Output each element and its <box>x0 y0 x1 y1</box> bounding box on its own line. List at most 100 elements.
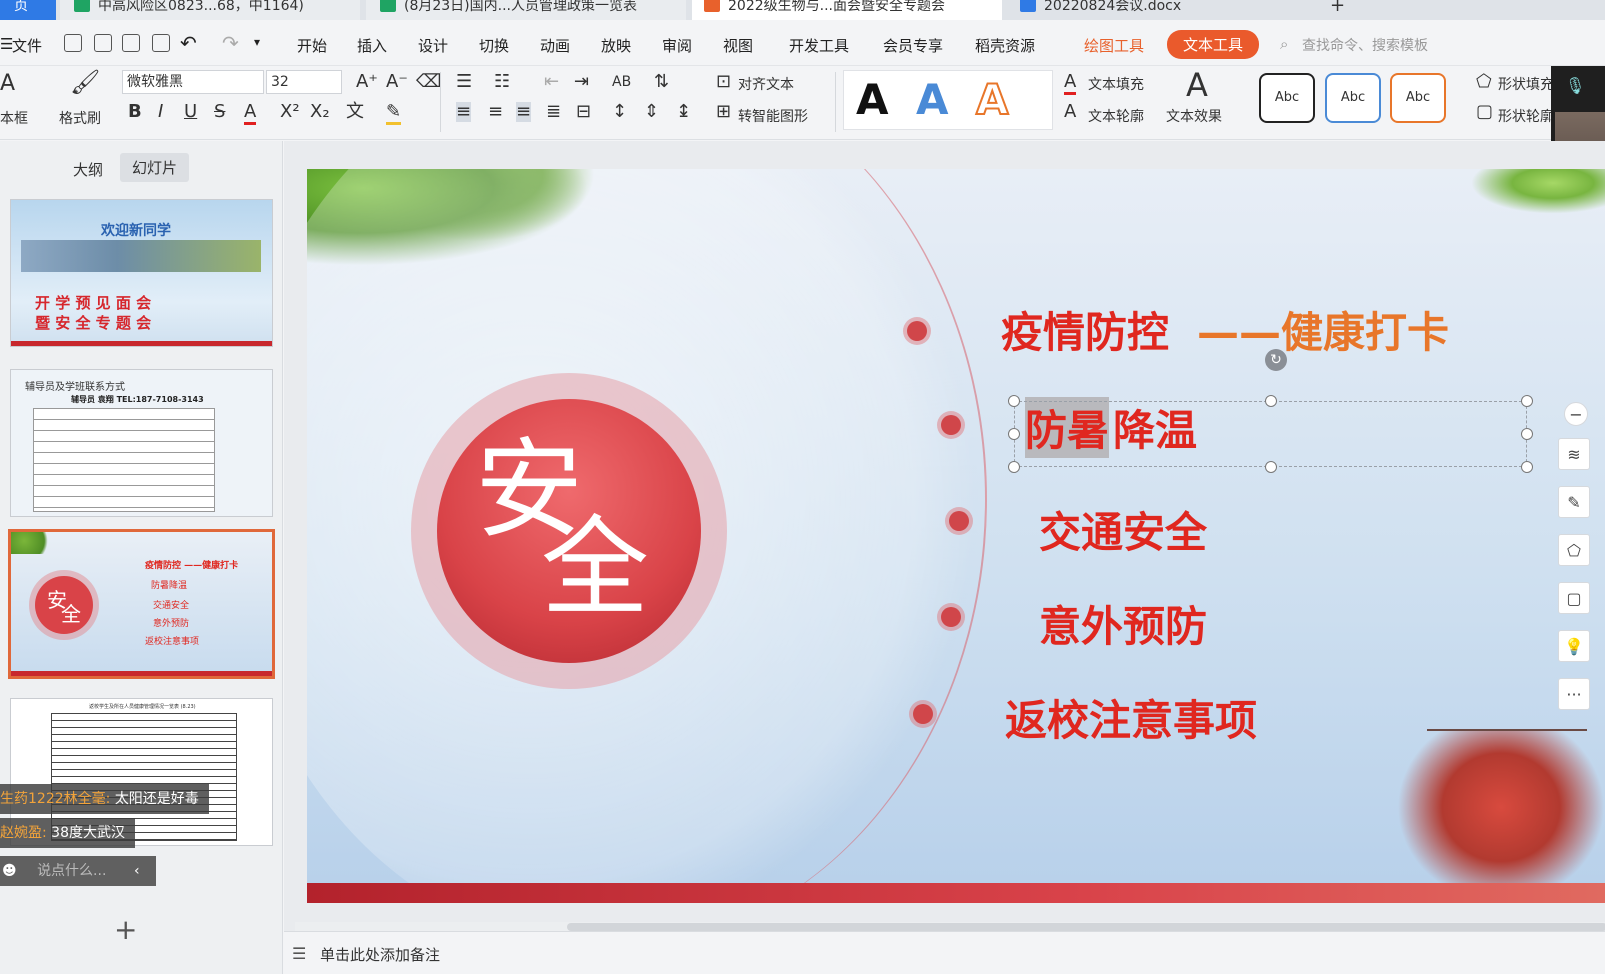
item-accident-prevention[interactable]: 意外预防 <box>1039 593 1207 654</box>
resize-handle[interactable] <box>1265 461 1277 473</box>
bullets-icon[interactable]: ☰ <box>456 72 472 92</box>
menu-start[interactable]: 开始 <box>297 35 327 56</box>
highlight-icon[interactable]: ✎ <box>386 102 402 125</box>
menu-view[interactable]: 视图 <box>723 35 753 56</box>
shape-style-blue[interactable]: Abc <box>1325 73 1381 123</box>
art-text-orange[interactable]: A <box>975 77 1009 123</box>
output-pdf-icon[interactable] <box>94 34 112 52</box>
shape-style-black[interactable]: Abc <box>1259 73 1315 123</box>
tab-home[interactable]: 页 <box>0 0 56 20</box>
new-tab-button[interactable]: + <box>1330 0 1350 20</box>
item-return-notice[interactable]: 返校注意事项 <box>1005 687 1257 748</box>
art-text-black[interactable]: A <box>856 78 889 122</box>
align-center-icon[interactable]: ≡ <box>488 102 503 122</box>
increase-font-icon[interactable]: A⁺ <box>356 72 378 92</box>
notes-placeholder[interactable]: 单击此处添加备注 <box>320 944 440 965</box>
item-epidemic-control[interactable]: 疫情防控 <box>1001 299 1169 360</box>
slide-canvas[interactable]: 安 全 疫情防控 ——健康打卡 防暑 降温 交通安全 意外预防 返校注意事项 ↻ <box>307 169 1605 903</box>
menu-file[interactable]: 文件 <box>12 35 42 56</box>
microphone-icon[interactable]: 🎙 <box>1565 76 1585 95</box>
format-painter-label[interactable]: 格式刷 <box>59 108 101 128</box>
resize-handle[interactable] <box>1265 395 1277 407</box>
undo-icon[interactable]: ↶ <box>180 31 197 55</box>
format-painter-icon[interactable]: 🖌 <box>70 70 100 94</box>
slide-thumbnail-1[interactable]: 欢迎新同学 开 学 预 见 面 会 暨 安 全 专 题 会 <box>10 199 273 347</box>
menu-design[interactable]: 设计 <box>418 35 448 56</box>
add-slide-button[interactable]: + <box>114 913 137 946</box>
distribute-icon[interactable]: ⊟ <box>576 102 591 122</box>
more-icon[interactable]: ··· <box>1558 678 1590 710</box>
chat-input-bar[interactable]: ☻ 说点什么... ‹ <box>0 856 156 886</box>
text-outline-button[interactable]: 文本轮廓 <box>1088 106 1144 126</box>
font-size-select[interactable]: 32 <box>266 70 342 94</box>
line-spacing-icon[interactable]: ↕ <box>612 102 627 122</box>
font-name-select[interactable]: 微软雅黑 <box>122 70 264 94</box>
strikethrough-icon[interactable]: S <box>214 102 225 122</box>
minus-icon[interactable]: − <box>1564 402 1588 426</box>
resize-handle[interactable] <box>1008 428 1020 440</box>
item-traffic-safety[interactable]: 交通安全 <box>1039 499 1207 560</box>
print-preview-icon[interactable] <box>152 34 170 52</box>
resize-handle[interactable] <box>1521 395 1533 407</box>
menu-slideshow[interactable]: 放映 <box>601 35 631 56</box>
shape-style-orange[interactable]: Abc <box>1390 73 1446 123</box>
resize-handle[interactable] <box>1521 461 1533 473</box>
resize-handle[interactable] <box>1008 395 1020 407</box>
menu-text-tools[interactable]: 文本工具 <box>1167 30 1260 59</box>
quick-access-more-icon[interactable]: ▾ <box>254 35 260 49</box>
shape-fill-button[interactable]: 形状填充 <box>1498 74 1554 94</box>
smart-shape-button[interactable]: 转智能图形 <box>738 106 808 126</box>
chat-input[interactable]: 说点什么... <box>37 863 106 879</box>
numbering-icon[interactable]: ☷ <box>494 72 510 92</box>
underline-icon[interactable]: U <box>184 102 197 122</box>
superscript-icon[interactable]: X² <box>280 102 300 122</box>
print-icon[interactable] <box>122 34 140 52</box>
slide-thumbnail-2[interactable]: 辅导员及学班联系方式 辅导员 袁翔 TEL:187-7108-3143 <box>10 369 273 517</box>
tab-slides[interactable]: 幻灯片 <box>120 153 190 182</box>
bulb-icon[interactable]: 💡 <box>1558 630 1590 662</box>
textbox-selection-frame[interactable] <box>1014 401 1527 467</box>
chevron-left-icon[interactable]: ‹ <box>134 856 140 886</box>
italic-icon[interactable]: I <box>158 102 163 122</box>
text-fill-button[interactable]: 文本填充 <box>1088 74 1144 94</box>
emoji-icon[interactable]: ☻ <box>2 863 17 879</box>
shape-outline-button[interactable]: 形状轮廓 <box>1498 106 1554 126</box>
redo-icon[interactable]: ↷ <box>222 31 239 55</box>
tab-presentation-active[interactable]: 2022级生物与...面会暨安全专题会 <box>692 0 1002 20</box>
shape-fill-icon[interactable]: ⬠ <box>1558 534 1590 566</box>
menu-member[interactable]: 会员专享 <box>883 35 943 56</box>
scrollbar-thumb[interactable] <box>567 923 1605 931</box>
tab-document[interactable]: 20220824会议.docx <box>1006 0 1306 20</box>
decrease-indent-icon[interactable]: ⇤ <box>544 72 559 92</box>
textbox-label[interactable]: 本框 <box>0 108 28 128</box>
sort-icon[interactable]: ⇅ <box>654 72 669 92</box>
align-left-icon[interactable]: ≡ <box>456 102 472 122</box>
tab-outline[interactable]: 大纲 <box>73 159 103 180</box>
layers-icon[interactable]: ≋ <box>1558 438 1590 470</box>
resize-handle[interactable] <box>1008 461 1020 473</box>
spacing-more-icon[interactable]: ↨ <box>676 102 691 122</box>
command-search-input[interactable]: 查找命令、搜索模板 <box>1302 35 1428 55</box>
tab-spreadsheet-policy[interactable]: (8月23日)国内...人员管理政策一览表 <box>366 0 686 20</box>
menu-transition[interactable]: 切换 <box>479 35 509 56</box>
clear-format-icon[interactable]: ⌫ <box>416 72 441 92</box>
menu-animation[interactable]: 动画 <box>540 35 570 56</box>
text-direction-icon[interactable]: AB <box>612 72 631 92</box>
frame-icon[interactable]: ▢ <box>1558 582 1590 614</box>
phonetic-icon[interactable]: 文 <box>346 102 364 122</box>
paragraph-spacing-icon[interactable]: ⇕ <box>644 102 659 122</box>
textbox-icon[interactable]: A <box>0 73 15 95</box>
menu-drawing-tools[interactable]: 绘图工具 <box>1084 35 1144 56</box>
menu-developer[interactable]: 开发工具 <box>789 35 849 56</box>
justify-icon[interactable]: ≣ <box>546 102 561 122</box>
save-icon[interactable] <box>64 34 82 52</box>
item-health-checkin[interactable]: ——健康打卡 <box>1197 299 1449 360</box>
rotate-handle-icon[interactable]: ↻ <box>1265 349 1287 371</box>
menu-docer[interactable]: 稻壳资源 <box>975 35 1035 56</box>
tab-spreadsheet-risk[interactable]: 中高风险区0823...68，中1164) <box>60 0 360 20</box>
slide-thumbnail-3[interactable]: 安 全 疫情防控 ——健康打卡 防暑降温 交通安全 意外预防 返校注意事项 <box>8 529 275 679</box>
bold-icon[interactable]: B <box>128 102 142 122</box>
align-text-button[interactable]: 对齐文本 <box>738 74 794 94</box>
subscript-icon[interactable]: X₂ <box>310 102 330 122</box>
decrease-font-icon[interactable]: A⁻ <box>386 72 408 92</box>
